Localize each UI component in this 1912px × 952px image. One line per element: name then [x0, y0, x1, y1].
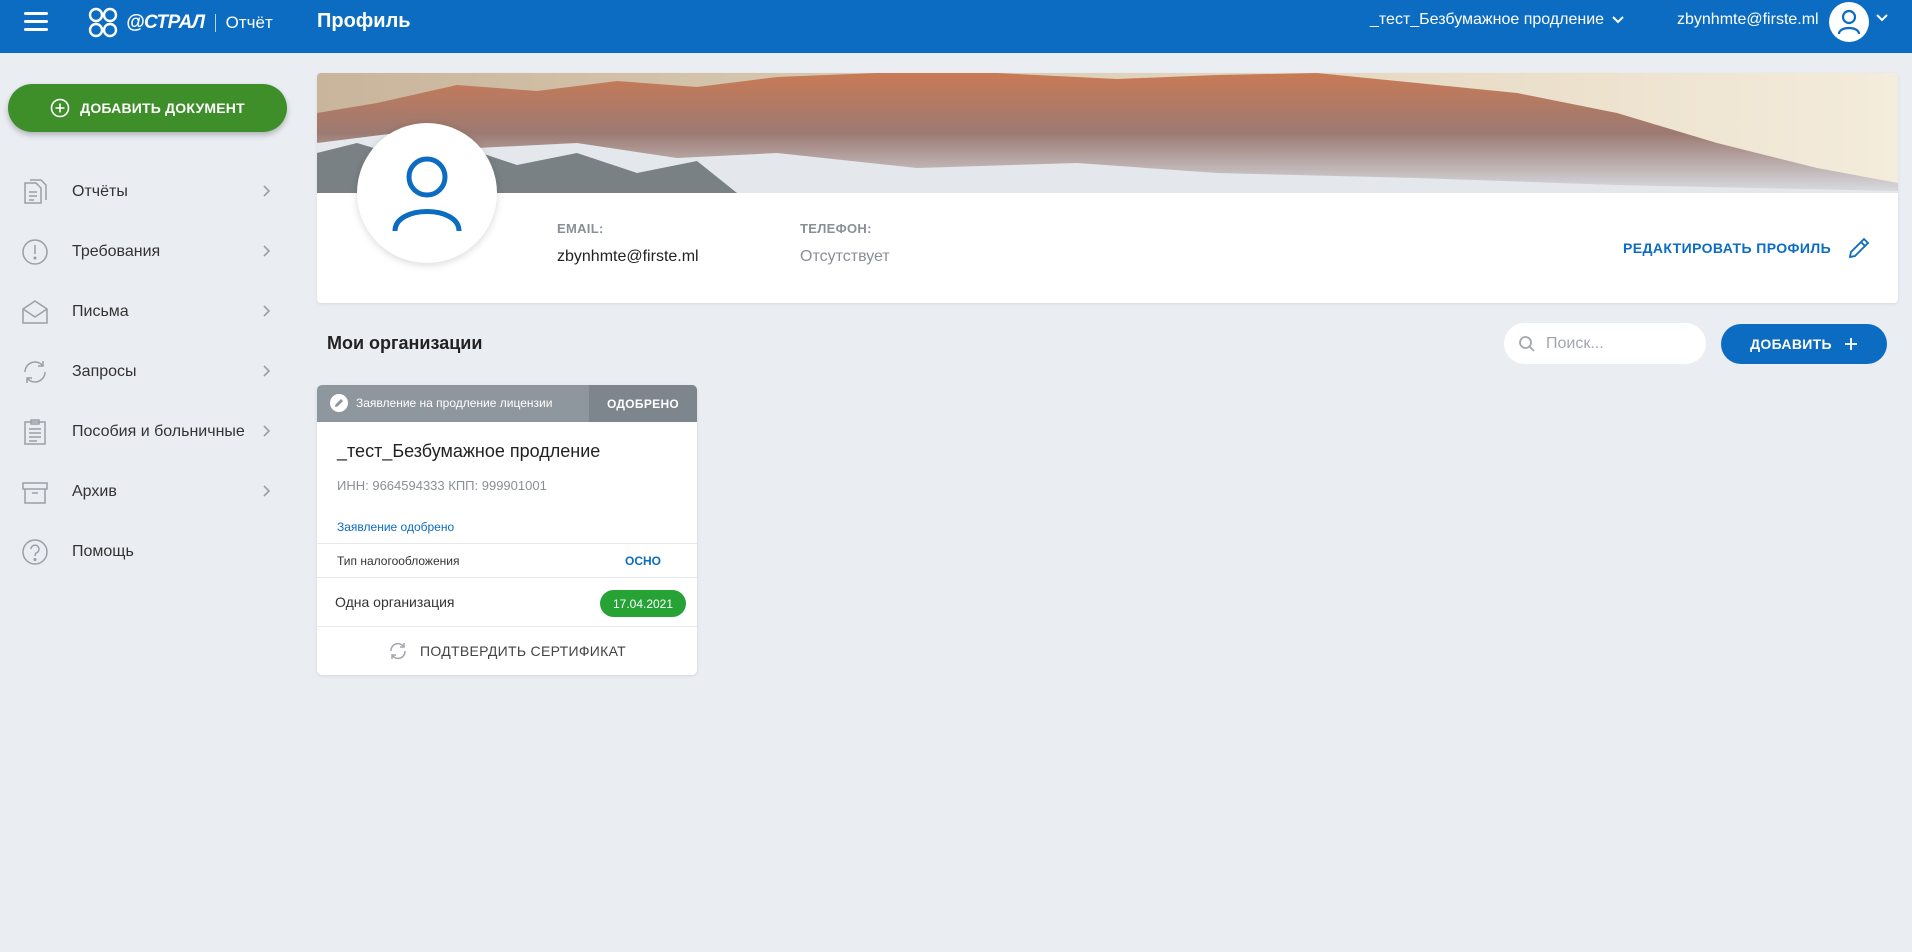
tariff-label: Одна организация	[335, 594, 455, 610]
clipboard-icon	[24, 419, 46, 445]
edit-circle-icon	[330, 394, 348, 412]
envelope-icon	[22, 300, 48, 324]
user-avatar[interactable]	[1829, 2, 1869, 42]
sidebar-item-label: Отчёты	[72, 183, 128, 200]
sidebar-item-archive[interactable]: Архив	[0, 462, 300, 522]
astral-logo-icon	[88, 7, 118, 38]
organization-card-header: Заявление на продление лицензии ОДОБРЕНО	[317, 385, 697, 422]
pencil-icon	[1848, 237, 1870, 259]
sidebar-item-label: Требования	[72, 243, 161, 260]
add-organization-label: ДОБАВИТЬ	[1750, 336, 1832, 352]
archive-icon	[22, 482, 48, 504]
refresh-icon	[24, 361, 46, 383]
page-title: Профиль	[317, 10, 411, 32]
logo-word: @СТРАЛ	[126, 12, 205, 33]
chevron-right-icon	[263, 425, 271, 437]
profile-banner-image	[317, 73, 1898, 193]
application-status-link[interactable]: Заявление одобрено	[337, 520, 454, 534]
organization-selector[interactable]: _тест_Безбумажное продление	[1370, 11, 1624, 29]
reports-icon	[24, 179, 47, 204]
organizations-title: Мои организации	[327, 333, 483, 353]
sidebar-item-label: Архив	[72, 483, 117, 500]
sidebar-item-help[interactable]: Помощь	[0, 522, 300, 582]
plus-circle-icon	[50, 98, 70, 118]
edit-profile-button[interactable]: РЕДАКТИРОВАТЬ ПРОФИЛЬ	[1623, 236, 1871, 260]
user-icon	[1837, 9, 1861, 35]
chevron-right-icon	[263, 245, 271, 257]
sidebar-item-letters[interactable]: Письма	[0, 282, 300, 342]
email-label: EMAIL:	[557, 221, 604, 236]
add-organization-button[interactable]: ДОБАВИТЬ	[1721, 324, 1887, 364]
sidebar-item-label: Письма	[72, 303, 129, 320]
add-document-label: ДОБАВИТЬ ДОКУМЕНТ	[80, 100, 245, 116]
chevron-right-icon	[263, 185, 271, 197]
plus-icon	[1844, 338, 1857, 350]
sidebar-nav: Отчёты Требования Письма Запросы Пособия…	[0, 162, 300, 582]
chevron-right-icon	[263, 365, 271, 377]
help-icon	[22, 539, 48, 565]
tax-type-value[interactable]: ОСНО	[625, 554, 661, 568]
search-input[interactable]	[1546, 334, 1696, 353]
tariff-row: Одна организация 17.04.2021	[317, 577, 697, 626]
edit-profile-label: РЕДАКТИРОВАТЬ ПРОФИЛЬ	[1623, 240, 1832, 256]
application-type: Заявление на продление лицензии	[356, 396, 553, 410]
search-icon	[1519, 335, 1535, 352]
organization-search[interactable]	[1504, 323, 1706, 364]
organization-name: _тест_Безбумажное продление	[337, 441, 601, 461]
menu-icon[interactable]	[24, 12, 48, 32]
app-logo[interactable]: @СТРАЛ Отчёт	[86, 3, 273, 43]
logo-subtitle: Отчёт	[225, 13, 273, 32]
add-document-button[interactable]: ДОБАВИТЬ ДОКУМЕНТ	[8, 84, 287, 132]
email-value: zbynhmte@firste.ml	[557, 248, 699, 265]
sidebar-item-label: Помощь	[72, 543, 134, 560]
sidebar-item-label: Запросы	[72, 363, 137, 380]
organization-ids: ИНН: 9664594333 КПП: 999901001	[337, 478, 547, 493]
phone-value: Отсутствует	[800, 248, 890, 265]
tax-type-row: Тип налогообложения ОСНО	[317, 543, 697, 577]
chevron-right-icon	[263, 305, 271, 317]
logo-divider	[214, 14, 216, 32]
chevron-down-icon	[1612, 16, 1624, 24]
exclamation-icon	[22, 239, 48, 265]
profile-card: EMAIL: zbynhmte@firste.ml ТЕЛЕФОН: Отсут…	[317, 73, 1898, 303]
sidebar-item-label: Пособия и больничные	[72, 423, 245, 440]
sidebar-item-reports[interactable]: Отчёты	[0, 162, 300, 222]
top-bar: @СТРАЛ Отчёт Профиль _тест_Безбумажное п…	[0, 0, 1912, 53]
refresh-icon	[390, 642, 406, 660]
sidebar-item-queries[interactable]: Запросы	[0, 342, 300, 402]
chevron-right-icon	[263, 485, 271, 497]
profile-avatar[interactable]	[357, 123, 497, 263]
user-icon	[392, 156, 462, 232]
user-email[interactable]: zbynhmte@firste.ml	[1677, 11, 1819, 29]
organization-selector-label: _тест_Безбумажное продление	[1370, 11, 1605, 28]
tax-type-label: Тип налогообложения	[337, 554, 460, 568]
confirm-certificate-button[interactable]: ПОДТВЕРДИТЬ СЕРТИФИКАТ	[317, 626, 697, 675]
sidebar-item-requirements[interactable]: Требования	[0, 222, 300, 282]
phone-label: ТЕЛЕФОН:	[800, 221, 872, 236]
user-menu-chevron-icon[interactable]	[1876, 14, 1888, 22]
confirm-certificate-label: ПОДТВЕРДИТЬ СЕРТИФИКАТ	[420, 643, 626, 659]
sidebar-item-benefits[interactable]: Пособия и больничные	[0, 402, 300, 462]
organization-card[interactable]: Заявление на продление лицензии ОДОБРЕНО…	[317, 385, 697, 675]
status-badge: ОДОБРЕНО	[589, 385, 697, 422]
tariff-date-badge: 17.04.2021	[600, 590, 686, 617]
